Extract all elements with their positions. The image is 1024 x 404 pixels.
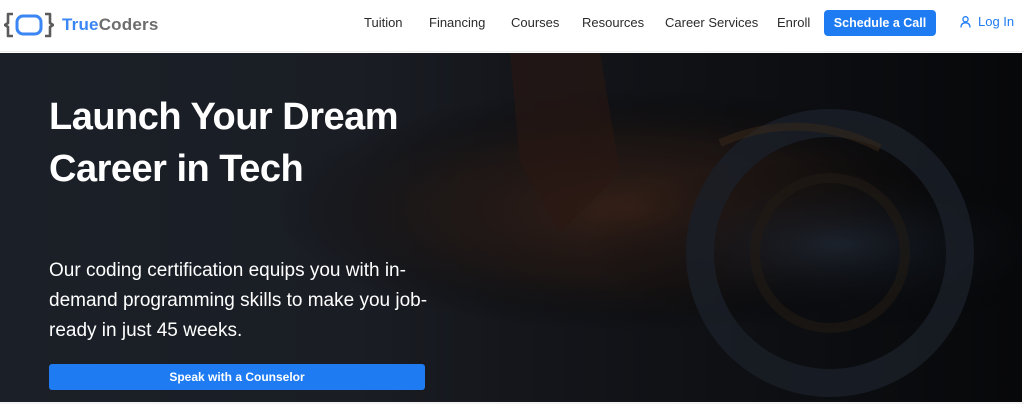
hero-subtitle: Our coding certification equips you with…: [49, 260, 428, 341]
login-label: Log In: [978, 14, 1015, 29]
hero-section: Launch Your Dream Career in Tech Our cod…: [0, 53, 1022, 402]
hero-title: Launch Your Dream Career in Tech: [49, 96, 399, 190]
nav-career-services[interactable]: Career Services: [665, 15, 758, 30]
brand-name-true: True: [62, 15, 99, 34]
nav-courses[interactable]: Courses: [511, 15, 559, 30]
user-icon: [960, 15, 971, 28]
brand-name-coders: Coders: [98, 15, 159, 34]
nav-resources[interactable]: Resources: [582, 15, 644, 30]
login-link[interactable]: Log In: [960, 14, 1014, 29]
logo-braces-icon: [4, 12, 54, 38]
nav-enroll[interactable]: Enroll: [777, 15, 810, 30]
truecoders-logo[interactable]: TrueCoders: [4, 8, 158, 42]
schedule-call-button[interactable]: Schedule a Call: [824, 10, 936, 36]
site-header: TrueCoders Tuition Financing Courses Res…: [0, 0, 1024, 52]
nav-financing[interactable]: Financing: [429, 15, 485, 30]
speak-with-counselor-button[interactable]: Speak with a Counselor: [49, 364, 425, 390]
nav-tuition[interactable]: Tuition: [364, 15, 403, 30]
brand-name: TrueCoders: [62, 15, 158, 35]
